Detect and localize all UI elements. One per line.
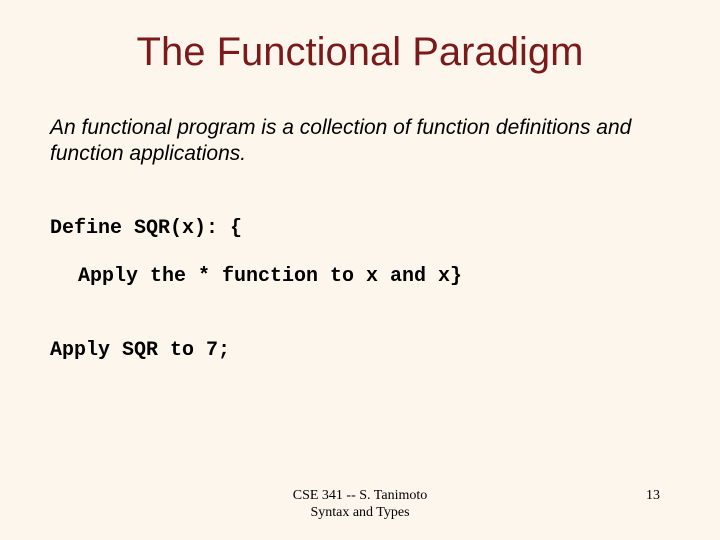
footer-line-2: Syntax and Types <box>0 505 720 522</box>
intro-paragraph: An functional program is a collection of… <box>50 115 670 168</box>
code-line-3: Apply SQR to 7; <box>50 338 670 364</box>
code-line-1: Define SQR(x): { <box>50 216 670 242</box>
code-block: Define SQR(x): { Apply the * function to… <box>50 216 670 364</box>
slide-title: The Functional Paradigm <box>50 30 670 75</box>
footer-line-1: CSE 341 -- S. Tanimoto <box>0 488 720 505</box>
footer-center: CSE 341 -- S. Tanimoto Syntax and Types <box>0 488 720 522</box>
footer-page-number: 13 <box>646 488 660 504</box>
slide: The Functional Paradigm An functional pr… <box>0 0 720 540</box>
slide-footer: CSE 341 -- S. Tanimoto Syntax and Types … <box>0 488 720 522</box>
code-line-2: Apply the * function to x and x} <box>50 264 670 290</box>
